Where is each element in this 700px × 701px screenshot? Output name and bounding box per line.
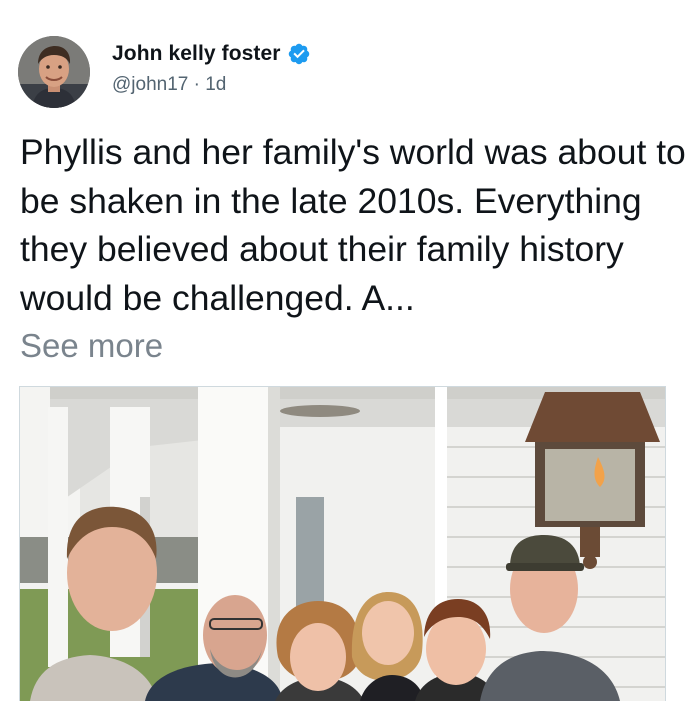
- author-name-row: John kelly foster: [112, 42, 311, 66]
- post-timestamp[interactable]: 1d: [205, 74, 226, 95]
- post-header: John kelly foster @john17 · 1d: [18, 36, 682, 112]
- post-text: Phyllis and her family's world was about…: [20, 132, 686, 318]
- verified-badge-icon: [288, 43, 309, 65]
- meta-separator: ·: [193, 74, 200, 95]
- post-meta: @john17 · 1d: [112, 74, 226, 96]
- author-name[interactable]: John kelly foster: [112, 42, 281, 66]
- see-more-link[interactable]: See more: [20, 327, 163, 365]
- author-avatar[interactable]: [18, 36, 90, 108]
- author-handle[interactable]: @john17: [112, 74, 188, 95]
- post-photo[interactable]: [19, 386, 666, 701]
